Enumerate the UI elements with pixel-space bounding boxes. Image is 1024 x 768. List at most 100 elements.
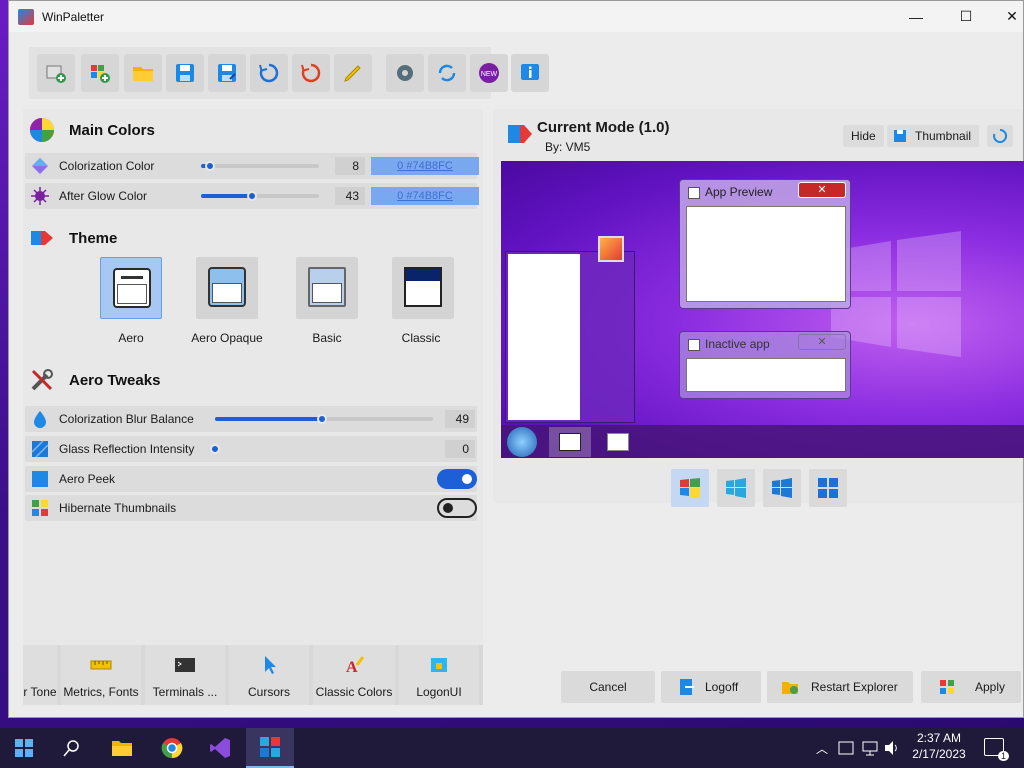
- start-button[interactable]: [0, 728, 48, 768]
- aero-tweaks-header: Aero Tweaks: [29, 367, 160, 393]
- glass-reflection-slider[interactable]: [210, 444, 433, 454]
- tab-classic-colors[interactable]: A Classic Colors: [313, 645, 395, 705]
- color-wheel-icon: [30, 118, 54, 142]
- hibernate-thumbnails-toggle[interactable]: [437, 498, 477, 518]
- logoff-button[interactable]: Logoff: [661, 671, 761, 703]
- taskbar-search-button[interactable]: [48, 728, 96, 768]
- after-glow-value[interactable]: 43: [335, 187, 365, 205]
- tab-cursors[interactable]: Cursors: [229, 645, 309, 705]
- title-bar[interactable]: WinPaletter — ☐ ✕: [9, 1, 1023, 32]
- thumbnail-button[interactable]: Thumbnail: [887, 125, 980, 147]
- theme-classic-card[interactable]: [392, 257, 454, 319]
- blur-balance-label: Colorization Blur Balance: [59, 412, 194, 426]
- aero-peek-icon: [32, 471, 48, 487]
- cursor-icon: [265, 656, 276, 674]
- refresh-icon: [259, 63, 279, 83]
- glass-reflection-label: Glass Reflection Intensity: [59, 442, 195, 456]
- theme-aero-card[interactable]: [100, 257, 162, 319]
- hide-button[interactable]: Hide: [843, 125, 884, 147]
- tab-cursors-label: Cursors: [247, 685, 290, 699]
- tray-security-icon[interactable]: [838, 740, 854, 756]
- blur-balance-slider-thumb[interactable]: [316, 414, 327, 424]
- taskbar-winpaletter[interactable]: [246, 728, 294, 768]
- colorization-color-label: Colorization Color: [59, 159, 155, 173]
- taskbar-file-explorer[interactable]: [98, 728, 146, 768]
- glass-reflection-icon: [31, 440, 49, 458]
- winpaletter-app-icon: [18, 8, 34, 25]
- restart-explorer-button[interactable]: Restart Explorer: [767, 671, 913, 703]
- colorization-value[interactable]: 8: [335, 157, 365, 175]
- taskbar-visual-studio[interactable]: [196, 728, 244, 768]
- blur-balance-row: Colorization Blur Balance 49: [25, 406, 477, 432]
- svg-text:NEW: NEW: [481, 71, 498, 78]
- save-as-button[interactable]: [208, 54, 246, 92]
- hibernate-thumbnails-row: Hibernate Thumbnails: [25, 495, 477, 521]
- minimize-button[interactable]: —: [893, 1, 939, 32]
- aero-opaque-window-icon: [208, 267, 246, 307]
- new-palette-icon: [46, 65, 66, 83]
- theme-basic-card[interactable]: [296, 257, 358, 319]
- settings-button[interactable]: [386, 54, 424, 92]
- logoff-label: Logoff: [705, 680, 739, 694]
- volume-icon[interactable]: [884, 740, 900, 756]
- tab-metrics-fonts-label: Metrics, Fonts: [63, 685, 139, 699]
- new-from-default-button[interactable]: [81, 54, 119, 92]
- windows10-preview-button[interactable]: [809, 469, 847, 507]
- theme-aero-opaque-card[interactable]: [196, 257, 258, 319]
- windows-taskbar: ︿ 2:37 AM 2/17/2023 1: [0, 728, 1024, 768]
- refresh-preview-button[interactable]: [987, 125, 1013, 147]
- maximize-button[interactable]: ☐: [943, 1, 989, 32]
- restore-button[interactable]: [292, 54, 330, 92]
- after-glow-color-swatch[interactable]: 0 #74B8FC: [371, 187, 479, 205]
- aero-peek-toggle[interactable]: [437, 469, 477, 489]
- file-explorer-icon: [112, 741, 132, 756]
- main-colors-title: Main Colors: [69, 121, 155, 139]
- colorization-color-swatch[interactable]: 0 #74B8FC: [371, 157, 479, 175]
- windows10-logo-icon: [818, 478, 838, 498]
- glass-reflection-value[interactable]: 0: [445, 440, 475, 458]
- explorer-folder-icon: [782, 682, 798, 694]
- new-from-current-button[interactable]: [37, 54, 75, 92]
- blur-balance-slider[interactable]: [215, 414, 433, 424]
- cancel-button[interactable]: Cancel: [561, 671, 655, 703]
- windows81-preview-button[interactable]: [763, 469, 801, 507]
- edit-info-button[interactable]: [334, 54, 372, 92]
- notifications-button[interactable]: 1: [984, 738, 1009, 761]
- clock[interactable]: 2:37 AM 2/17/2023: [904, 731, 974, 761]
- apply-button[interactable]: Apply: [921, 671, 1021, 703]
- tab-metrics-fonts[interactable]: Metrics, Fonts: [61, 645, 141, 705]
- tab-accent-tone[interactable]: r Tone: [23, 645, 57, 705]
- tray-overflow-icon[interactable]: ︿: [816, 740, 828, 757]
- blur-balance-value[interactable]: 49: [445, 410, 475, 428]
- new-default-icon: [91, 65, 110, 83]
- main-window: WinPaletter — ☐ ✕ NEW Main Colors Colori…: [8, 0, 1024, 718]
- aero-peek-row: Aero Peek: [25, 466, 477, 492]
- inactive-window-preview: Inactive app ✕: [679, 331, 851, 399]
- apply-label: Apply: [975, 680, 1006, 694]
- preview-taskbar-app-1: [549, 427, 591, 457]
- tab-terminals[interactable]: Terminals ...: [145, 645, 225, 705]
- theme-icon: [31, 231, 53, 245]
- taskbar-chrome[interactable]: [148, 728, 196, 768]
- reset-button[interactable]: [250, 54, 288, 92]
- glass-reflection-slider-thumb[interactable]: [210, 444, 220, 454]
- windows8-preview-button[interactable]: [717, 469, 755, 507]
- save-button[interactable]: [166, 54, 204, 92]
- colorization-slider[interactable]: [201, 161, 319, 171]
- colorization-slider-thumb[interactable]: [205, 161, 216, 171]
- windows7-preview-button[interactable]: [671, 469, 709, 507]
- aero-peek-label: Aero Peek: [59, 472, 116, 486]
- update-button[interactable]: [428, 54, 466, 92]
- about-button[interactable]: [511, 54, 549, 92]
- current-mode-title: Current Mode (1.0): [537, 119, 670, 136]
- after-glow-slider[interactable]: [201, 191, 319, 201]
- close-button[interactable]: ✕: [989, 1, 1024, 32]
- classic-colors-icon: A: [346, 656, 365, 675]
- tab-logonui[interactable]: LogonUI: [399, 645, 479, 705]
- main-colors-header: Main Colors: [29, 117, 155, 143]
- whats-new-button[interactable]: NEW: [470, 54, 508, 92]
- windows8-logo-icon: [726, 478, 746, 498]
- network-icon[interactable]: [862, 740, 878, 756]
- open-button[interactable]: [124, 54, 162, 92]
- after-glow-slider-thumb[interactable]: [246, 191, 257, 201]
